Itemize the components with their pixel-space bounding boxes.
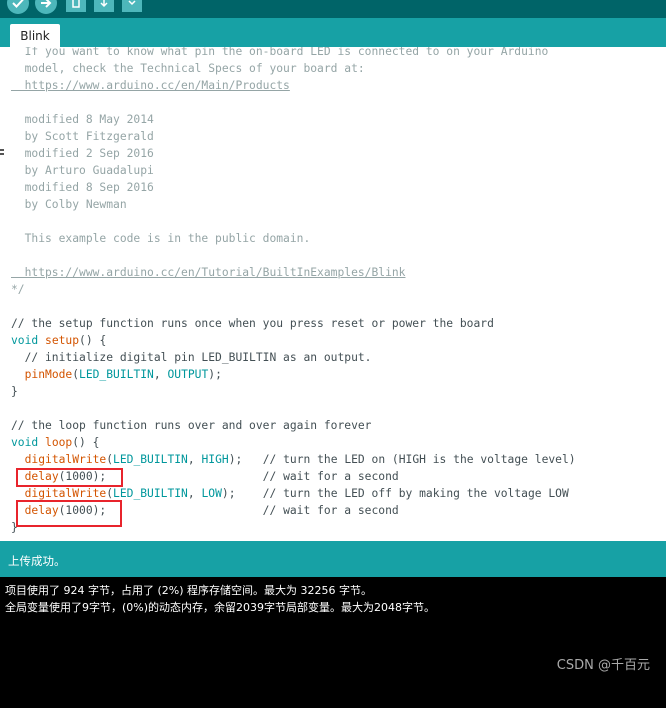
code-line: model, check the Technical Specs of your… <box>11 60 576 77</box>
code-line: by Scott Fitzgerald <box>11 128 576 145</box>
tab-blink[interactable]: Blink <box>10 24 60 48</box>
new-icon[interactable] <box>66 0 86 12</box>
code-token: // the setup function runs once when you… <box>11 317 494 330</box>
code-token: This example code is in the public domai… <box>11 232 311 245</box>
status-message: 上传成功。 <box>8 554 66 568</box>
open-icon[interactable] <box>94 0 114 12</box>
code-token: ); // turn the LED off by making the vol… <box>221 487 569 500</box>
gutter-marker <box>0 153 4 155</box>
code-token: LED_BUILTIN <box>79 368 154 381</box>
code-token: OUTPUT <box>167 368 209 381</box>
console-line: 项目使用了 924 字节，占用了 (2%) 程序存储空间。最大为 32256 字… <box>5 584 372 597</box>
code-token: } <box>11 385 18 398</box>
code-line: // the loop function runs over and over … <box>11 417 576 434</box>
code-token: https://www.arduino.cc/en/Main/Products <box>11 79 290 92</box>
code-token: () { <box>79 334 107 347</box>
code-line: // initialize digital pin LED_BUILTIN as… <box>11 349 576 366</box>
code-line: } <box>11 383 576 400</box>
code-text[interactable]: If you want to know what pin the on-boar… <box>11 47 576 536</box>
code-token: , <box>187 453 202 466</box>
code-line: void setup() { <box>11 332 576 349</box>
code-token: by Colby Newman <box>11 198 127 211</box>
code-token: LED_BUILTIN <box>113 453 188 466</box>
code-token: , <box>187 487 202 500</box>
code-token: modified 2 Sep 2016 <box>11 147 154 160</box>
code-line: void loop() { <box>11 434 576 451</box>
code-token: ); <box>208 368 222 381</box>
code-token: LED_BUILTIN <box>113 487 188 500</box>
code-line: modified 8 May 2014 <box>11 111 576 128</box>
watermark: CSDN @千百元 <box>556 658 650 673</box>
code-token: by Scott Fitzgerald <box>11 130 154 143</box>
code-token: // initialize digital pin LED_BUILTIN as… <box>11 351 372 364</box>
highlight-box-delay-2 <box>16 500 122 527</box>
code-token: ); // turn the LED on (HIGH is the volta… <box>228 453 576 466</box>
code-token: pinMode <box>24 368 73 381</box>
code-line: If you want to know what pin the on-boar… <box>11 47 576 60</box>
code-editor[interactable]: If you want to know what pin the on-boar… <box>0 47 666 541</box>
code-token: , <box>153 368 168 381</box>
gutter-marker <box>0 149 4 151</box>
code-token: void <box>11 334 39 347</box>
code-line: modified 8 Sep 2016 <box>11 179 576 196</box>
code-line: */ <box>11 281 576 298</box>
code-line: digitalWrite(LED_BUILTIN, HIGH); // turn… <box>11 451 576 468</box>
code-token: by Arturo Guadalupi <box>11 164 154 177</box>
code-token: HIGH <box>201 453 229 466</box>
code-token: modified 8 May 2014 <box>11 113 154 126</box>
code-token: LOW <box>201 487 222 500</box>
code-token: modified 8 Sep 2016 <box>11 181 154 194</box>
status-bar: 上传成功。 <box>0 541 666 577</box>
code-line: This example code is in the public domai… <box>11 230 576 247</box>
save-icon[interactable] <box>122 0 142 12</box>
code-token: ( <box>72 368 80 381</box>
console-output[interactable]: 项目使用了 924 字节，占用了 (2%) 程序存储空间。最大为 32256 字… <box>0 577 666 708</box>
console-line: 全局变量使用了9字节，(0%)的动态内存，余留2039字节局部变量。最大为204… <box>5 601 436 614</box>
code-line: by Arturo Guadalupi <box>11 162 576 179</box>
code-token: loop <box>45 436 73 449</box>
verify-icon[interactable] <box>7 0 29 14</box>
code-token: digitalWrite <box>24 453 107 466</box>
code-line: modified 2 Sep 2016 <box>11 145 576 162</box>
highlight-box-delay-1 <box>16 468 123 487</box>
code-line: pinMode(LED_BUILTIN, OUTPUT); <box>11 366 576 383</box>
tab-bar: Blink <box>0 18 666 48</box>
toolbar <box>0 0 666 18</box>
code-token: digitalWrite <box>24 487 107 500</box>
code-line: https://www.arduino.cc/en/Tutorial/Built… <box>11 264 576 281</box>
code-line: https://www.arduino.cc/en/Main/Products <box>11 77 576 94</box>
code-token: void <box>11 436 39 449</box>
code-token: */ <box>11 283 25 296</box>
upload-icon[interactable] <box>35 0 57 14</box>
code-token: If you want to know what pin the on-boar… <box>11 47 549 58</box>
code-line: // the setup function runs once when you… <box>11 315 576 332</box>
code-token: model, check the Technical Specs of your… <box>11 62 365 75</box>
code-line: by Colby Newman <box>11 196 576 213</box>
code-token: () { <box>72 436 100 449</box>
code-token: setup <box>45 334 80 347</box>
code-token: https://www.arduino.cc/en/Tutorial/Built… <box>11 266 406 279</box>
code-token: // the loop function runs over and over … <box>11 419 372 432</box>
